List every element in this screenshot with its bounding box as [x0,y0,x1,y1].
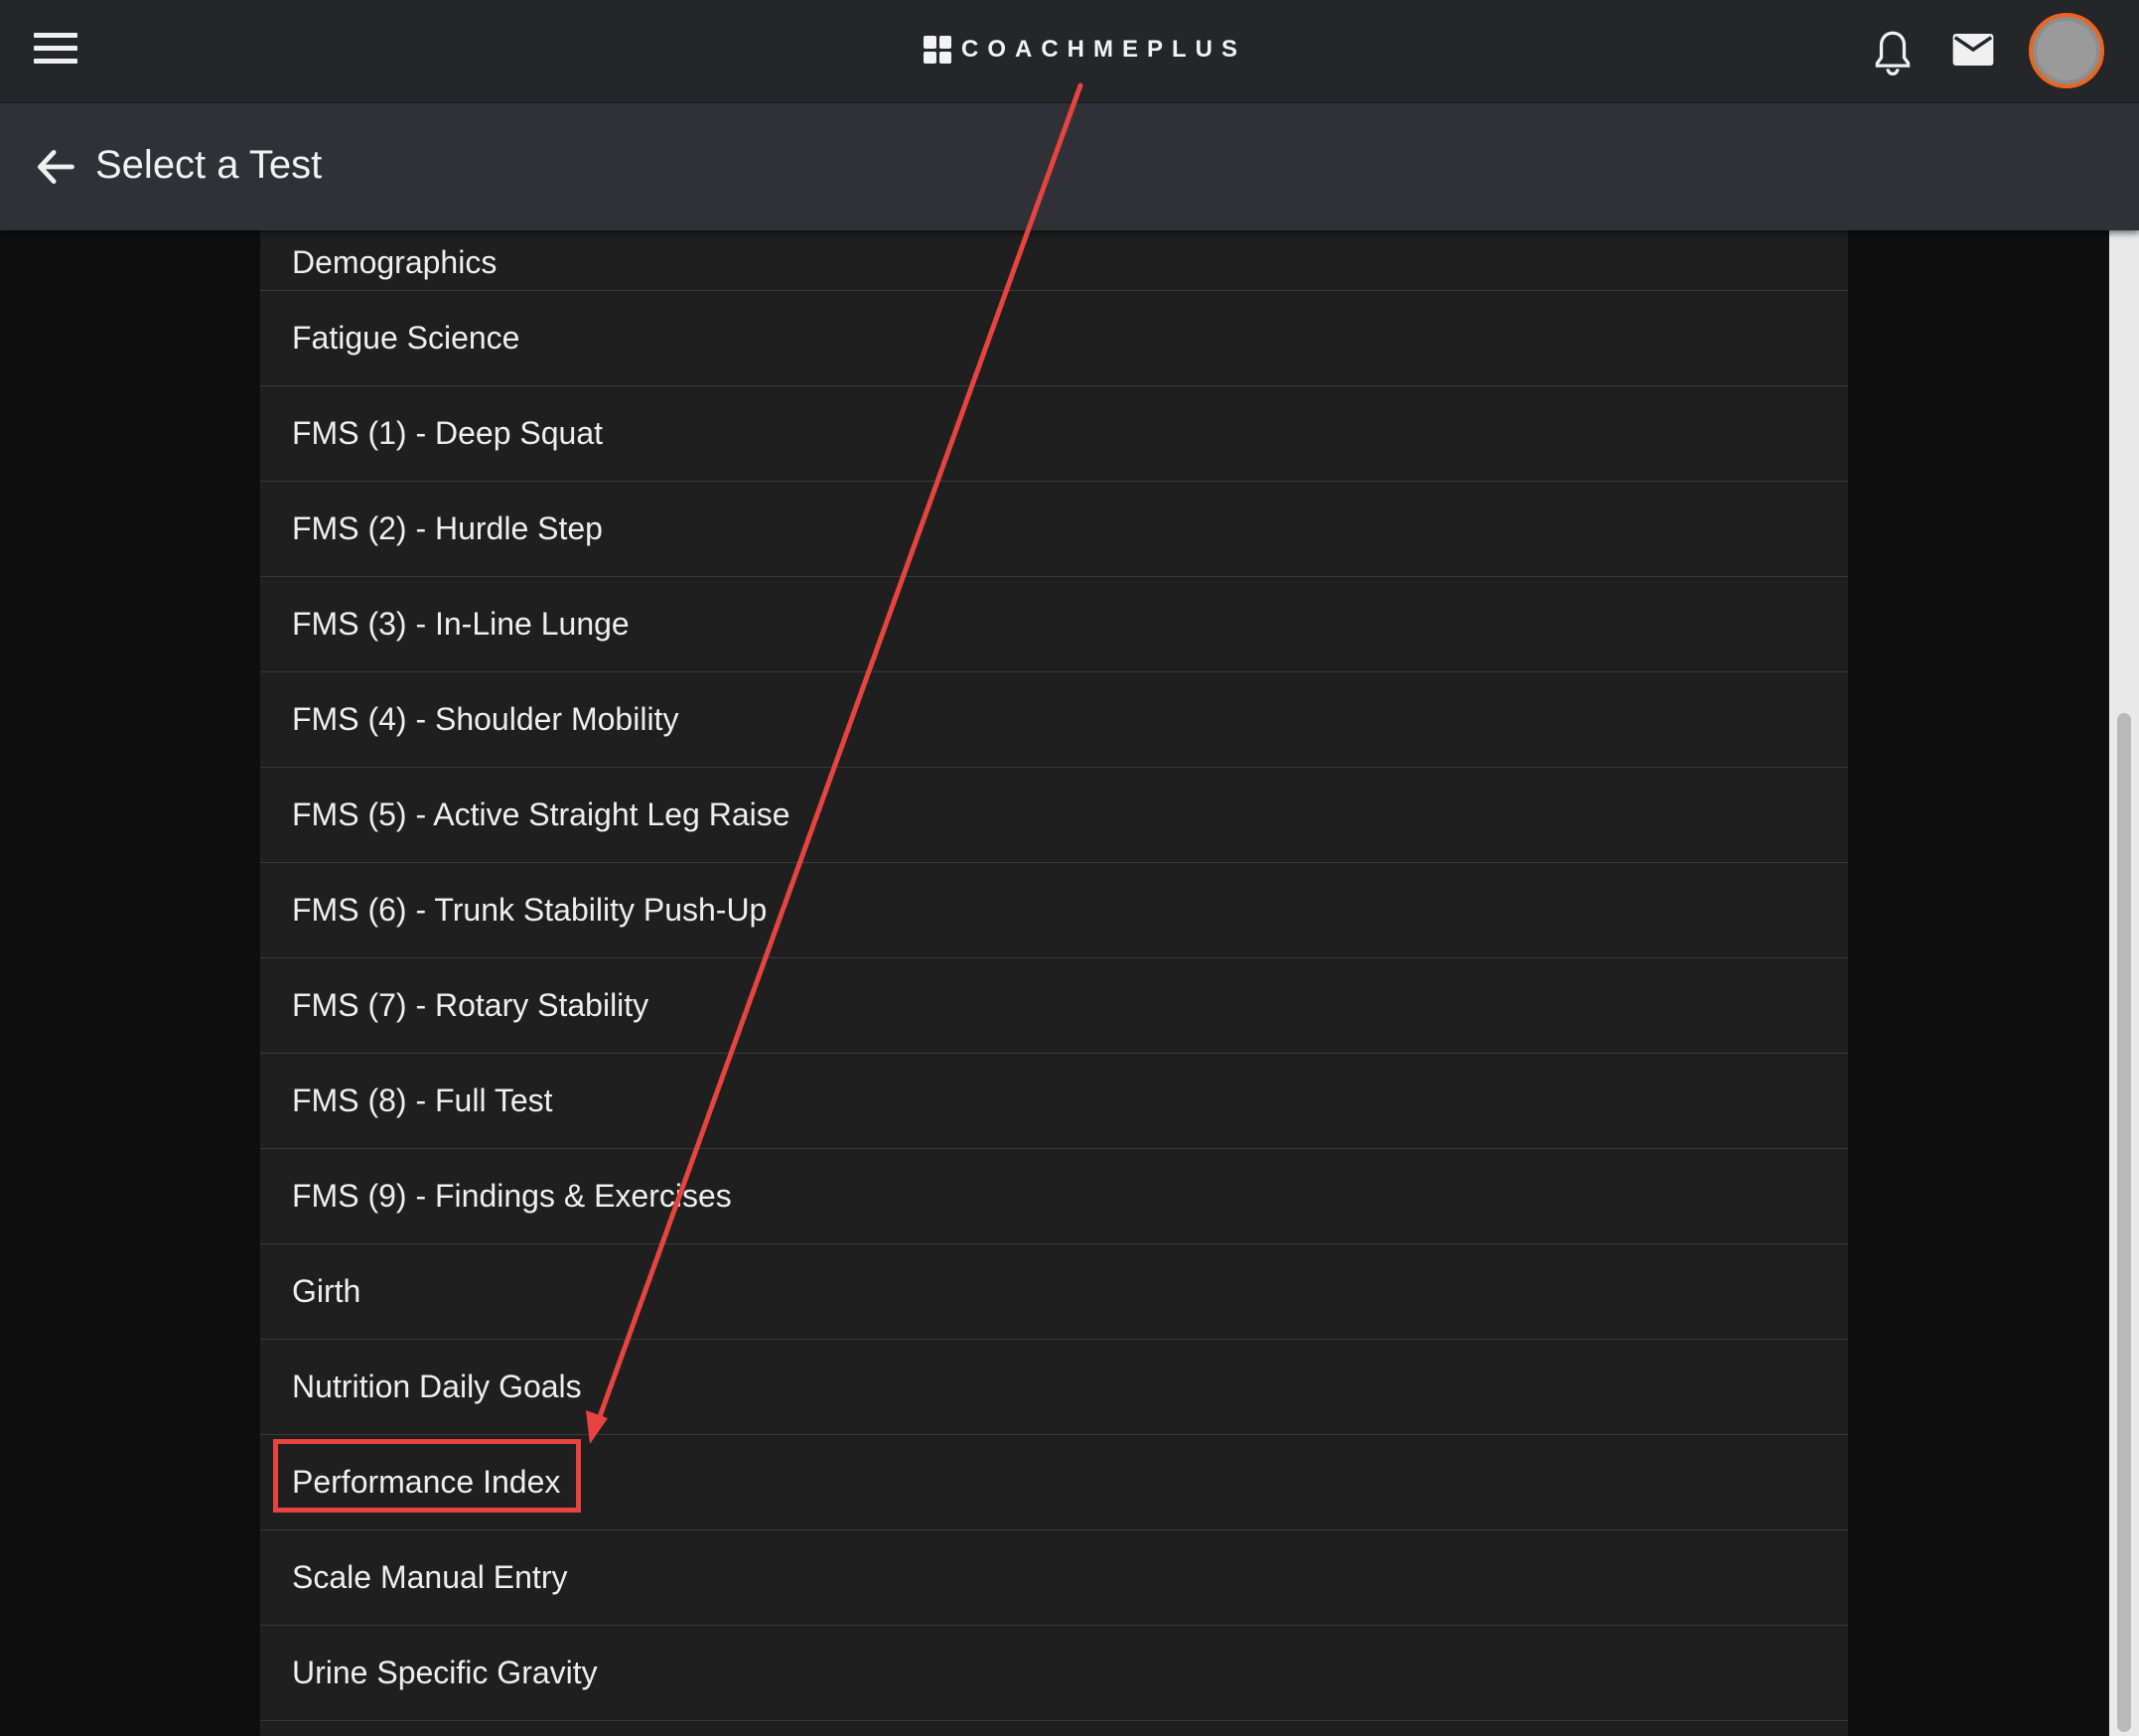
list-item-label: FMS (7) - Rotary Stability [292,987,649,1023]
page-header: Select a Test [0,103,2139,230]
list-item[interactable]: Girth [260,1244,1848,1340]
list-item[interactable]: Urine Specific Gravity [260,1626,1848,1721]
list-item-label: FMS (1) - Deep Squat [292,415,603,451]
list-item-label: FMS (3) - In-Line Lunge [292,606,630,642]
list-item[interactable]: Nutrition Daily Goals [260,1340,1848,1435]
list-item-performance-index[interactable]: Performance Index [260,1435,1848,1530]
logo-text: COACHMEPLUS [961,36,1247,63]
list-item[interactable]: FMS (6) - Trunk Stability Push-Up [260,863,1848,958]
app-logo[interactable]: COACHMEPLUS [924,36,1246,64]
scrollbar[interactable] [2109,230,2139,1736]
bell-icon[interactable] [1873,30,1913,75]
list-item[interactable]: FMS (2) - Hurdle Step [260,482,1848,577]
test-list: Demographics Fatigue Science FMS (1) - D… [260,230,1848,1736]
scrollbar-thumb[interactable] [2117,713,2131,1732]
list-item[interactable]: FMS (9) - Findings & Exercises [260,1149,1848,1244]
list-item-label: Girth [292,1273,361,1309]
list-item-label: FMS (8) - Full Test [292,1083,553,1118]
list-item[interactable]: Demographics [260,230,1848,291]
list-item-label: Urine Specific Gravity [292,1655,598,1690]
list-item[interactable]: FMS (8) - Full Test [260,1054,1848,1149]
list-item-label: FMS (4) - Shoulder Mobility [292,701,679,737]
hamburger-menu-icon[interactable] [34,33,77,71]
list-item-label: Scale Manual Entry [292,1559,568,1595]
logo-mark-icon [924,36,951,64]
list-item-label: Nutrition Daily Goals [292,1369,582,1404]
top-app-bar: COACHMEPLUS [0,0,2139,103]
list-item[interactable]: FMS (5) - Active Straight Leg Raise [260,768,1848,863]
list-item[interactable]: FMS (3) - In-Line Lunge [260,577,1848,672]
list-item[interactable]: FMS (1) - Deep Squat [260,386,1848,482]
list-item-label: Fatigue Science [292,320,520,356]
list-item-label: FMS (5) - Active Straight Leg Raise [292,796,790,832]
envelope-icon[interactable] [1952,34,1994,66]
list-item-label: FMS (6) - Trunk Stability Push-Up [292,892,768,928]
list-item[interactable]: Scale Manual Entry [260,1530,1848,1626]
list-item-label: Demographics [292,244,498,280]
list-item[interactable]: FMS (7) - Rotary Stability [260,958,1848,1054]
user-avatar[interactable] [2029,13,2104,88]
list-item-label: Performance Index [292,1464,561,1500]
list-item-label: FMS (2) - Hurdle Step [292,510,603,546]
page-title: Select a Test [95,143,323,187]
list-item-label: FMS (9) - Findings & Exercises [292,1178,732,1214]
list-item[interactable]: FMS (4) - Shoulder Mobility [260,672,1848,768]
list-item[interactable]: Fatigue Science [260,291,1848,386]
arrow-left-icon[interactable] [34,145,77,189]
